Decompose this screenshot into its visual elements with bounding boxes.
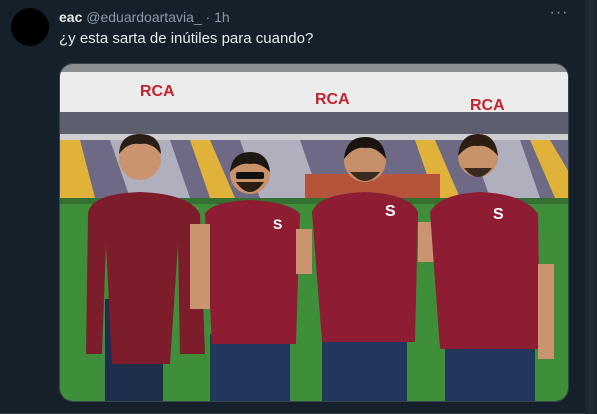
timestamp[interactable]: 1h xyxy=(214,9,230,25)
upper-stands xyxy=(60,112,568,134)
scrollbar[interactable] xyxy=(585,0,597,414)
scrollbar-thumb[interactable] xyxy=(588,0,594,414)
banner-text-1: RCA xyxy=(140,83,175,100)
tweet-photo[interactable]: RCA RCA RCA S S S xyxy=(59,63,569,402)
banner-text-3: RCA xyxy=(470,97,505,114)
avatar[interactable] xyxy=(11,8,49,46)
shirt-letter-3: S xyxy=(385,203,396,220)
banner-text-2: RCA xyxy=(315,91,350,108)
tweet-card[interactable]: eac @eduardoartavia_ · 1h ··· ¿y esta sa… xyxy=(0,0,597,414)
separator: · xyxy=(205,9,211,25)
tweet-text: ¿y esta sarta de inútiles para cuando? xyxy=(59,30,314,47)
tweet-header: eac @eduardoartavia_ · 1h xyxy=(59,9,230,25)
user-handle[interactable]: @eduardoartavia_ xyxy=(86,9,201,25)
shirt-letter-2: S xyxy=(273,216,282,232)
shirt-letter-4: S xyxy=(493,206,504,223)
more-options-icon[interactable]: ··· xyxy=(547,4,571,24)
display-name[interactable]: eac xyxy=(59,9,82,25)
